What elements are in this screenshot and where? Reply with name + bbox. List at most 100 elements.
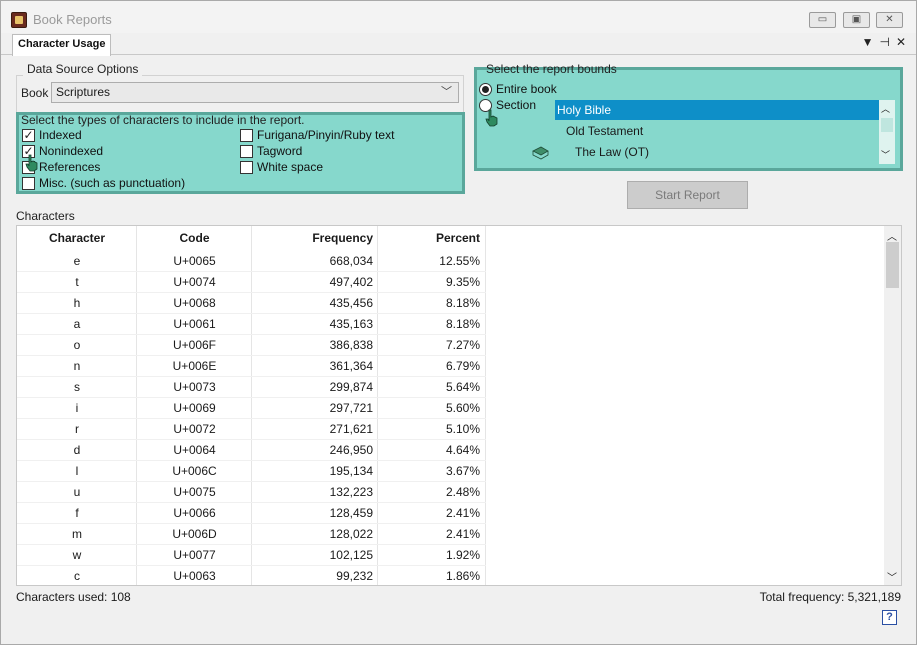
cell-percent: 6.79% [445,359,480,373]
checkbox-indexed-box[interactable]: ✓ [22,128,35,142]
tab-character-usage[interactable]: Character Usage [12,34,112,56]
window-title: Book Reports [33,12,112,27]
close-tab-icon[interactable]: ✕ [896,35,906,49]
help-icon[interactable]: ? [882,610,897,625]
characters-used: Characters used: 108 [16,590,131,604]
cell-code: U+0077 [173,548,216,562]
report-bounds-label: Select the report bounds [486,62,617,76]
checkbox-misc-label: Misc. (such as punctuation) [39,176,186,190]
cell-character: h [73,296,81,310]
table-row[interactable]: c U+0063 99,232 1.86% [17,566,486,585]
scroll-down-icon[interactable]: ﹀ [887,569,897,584]
cell-code: U+0074 [173,275,216,289]
column-header-code[interactable]: Code [137,226,252,250]
book-icon [532,146,549,160]
checkbox-white-space[interactable]: White space [240,160,323,174]
table-row[interactable]: l U+006C 195,134 3.67% [17,461,486,482]
cell-frequency: 99,232 [336,569,373,583]
table-row[interactable]: t U+0074 497,402 9.35% [17,272,486,293]
book-select[interactable]: Scriptures ﹀ [51,82,459,103]
column-header-character[interactable]: Character [17,226,137,250]
cell-frequency: 361,364 [329,359,373,373]
section-tree[interactable]: Holy Bible Old Testament The Law (OT) [555,100,895,164]
cell-character: u [73,485,81,499]
checkbox-indexed-label: Indexed [39,128,82,142]
dropdown-triangle-icon[interactable]: ▼ [862,35,874,49]
cell-code: U+006F [172,338,217,352]
table-row[interactable]: w U+0077 102,125 1.92% [17,545,486,566]
table-row[interactable]: u U+0075 132,223 2.48% [17,482,486,503]
table-row[interactable]: h U+0068 435,456 8.18% [17,293,486,314]
checkbox-tagword-box[interactable] [240,144,253,158]
start-report-button[interactable]: Start Report [627,181,748,209]
maximize-button[interactable]: ▣ [843,12,870,28]
total-frequency: Total frequency: 5,321,189 [759,590,901,604]
cell-code: U+0068 [173,296,216,310]
cell-percent: 1.92% [445,548,480,562]
scroll-up-icon[interactable]: ︿ [887,228,897,243]
checkbox-references-label: References [39,160,101,174]
scroll-down-icon[interactable]: ﹀ [881,148,890,161]
checkbox-indexed[interactable]: ✓ Indexed [22,128,82,142]
characters-label: Characters [16,209,75,223]
cell-code: U+0064 [173,443,216,457]
scroll-up-icon[interactable]: ︿ [881,102,890,115]
title-bar: Book Reports ▭ ▣ ✕ [1,1,916,33]
cell-character: f [75,506,79,520]
radio-entire-book[interactable]: Entire book [479,82,557,96]
table-row[interactable]: s U+0073 299,874 5.64% [17,377,486,398]
chevron-down-icon: ﹀ [441,86,452,98]
cell-frequency: 668,034 [329,254,373,268]
radio-entire-book-circle[interactable] [479,82,492,96]
book-reports-window: Book Reports ▭ ▣ ✕ Character Usage ▼ ⊣ ✕… [0,0,917,645]
checkbox-misc[interactable]: Misc. (such as punctuation) [22,176,185,190]
grid-scrollbar[interactable]: ︿ ﹀ [884,226,901,585]
cell-percent: 5.60% [445,401,480,415]
data-source-label: Data Source Options [23,62,143,76]
table-row[interactable]: m U+006D 128,022 2.41% [17,524,486,545]
cell-percent: 7.27% [445,338,480,352]
cell-code: U+0065 [173,254,216,268]
checkbox-tagword[interactable]: Tagword [240,144,302,158]
cell-character: m [72,527,82,541]
cell-percent: 2.41% [445,527,480,541]
checkbox-white-space-box[interactable] [240,160,253,174]
checkbox-furigana-box[interactable] [240,128,253,142]
book-select-value: Scriptures [56,85,111,99]
pin-icon[interactable]: ⊣ [879,35,889,49]
characters-grid[interactable]: Character Code Frequency ﹀ Percent e U+00… [16,225,902,586]
tree-scrollbar[interactable]: ︿ ﹀ [879,100,895,164]
table-row[interactable]: n U+006E 361,364 6.79% [17,356,486,377]
cell-percent: 12.55% [439,254,480,268]
table-row[interactable]: a U+0061 435,163 8.18% [17,314,486,335]
cell-frequency: 297,721 [329,401,373,415]
cell-percent: 9.35% [445,275,480,289]
checkbox-furigana[interactable]: Furigana/Pinyin/Ruby text [240,128,394,142]
table-row[interactable]: d U+0064 246,950 4.64% [17,440,486,461]
table-row[interactable]: i U+0069 297,721 5.60% [17,398,486,419]
cell-character: t [75,275,79,289]
cell-frequency: 102,125 [329,548,373,562]
checkbox-tagword-label: Tagword [257,144,303,158]
table-row[interactable]: r U+0072 271,621 5.10% [17,419,486,440]
cell-code: U+0072 [173,422,216,436]
table-row[interactable]: o U+006F 386,838 7.27% [17,335,486,356]
cell-character: n [73,359,81,373]
table-row[interactable]: f U+0066 128,459 2.41% [17,503,486,524]
tree-item-the-law[interactable]: The Law (OT) [555,142,649,162]
cell-code: U+0063 [173,569,216,583]
tree-item-old-testament[interactable]: Old Testament [555,121,643,141]
table-row[interactable]: e U+0065 668,034 12.55% [17,251,486,272]
cell-code: U+0061 [173,317,216,331]
minimize-button[interactable]: ▭ [809,12,836,28]
column-header-percent[interactable]: Percent [378,226,485,250]
grid-scroll-thumb[interactable] [886,242,899,288]
tree-item-holy-bible[interactable]: Holy Bible [555,100,879,120]
cell-percent: 3.67% [445,464,480,478]
close-button[interactable]: ✕ [876,12,903,28]
checkbox-misc-box[interactable] [22,176,35,190]
cell-frequency: 132,223 [329,485,373,499]
cell-code: U+0066 [173,506,216,520]
tree-scroll-thumb[interactable] [881,118,893,132]
book-label: Book [21,86,49,100]
